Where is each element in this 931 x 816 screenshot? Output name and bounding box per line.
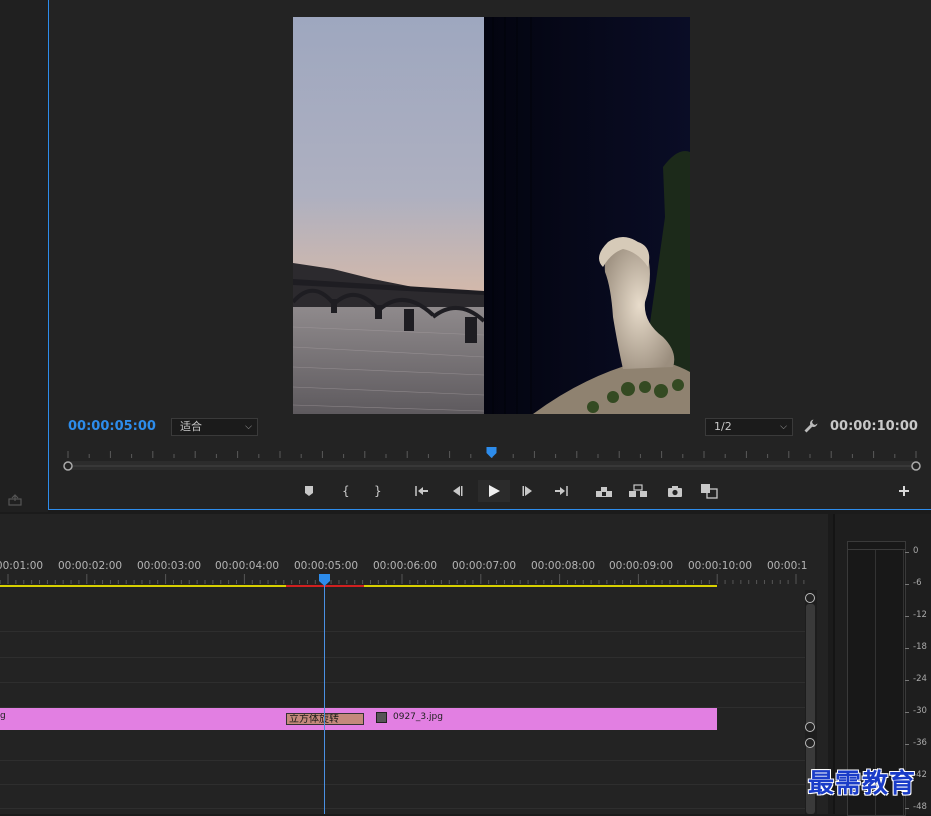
ruler-label: 00:00:08:00	[531, 560, 596, 572]
step-forward-icon	[522, 486, 532, 496]
watermark-logo: 最需教育	[808, 769, 917, 799]
db-tick	[905, 584, 909, 585]
scrub-start-handle[interactable]	[63, 461, 73, 471]
timeline-playhead-line[interactable]	[324, 580, 325, 814]
zoom-level-select[interactable]: 适合 ⌵	[171, 418, 258, 436]
video-track-1a[interactable]	[0, 657, 805, 683]
db-tick	[905, 808, 909, 809]
video-track-1[interactable]	[0, 682, 805, 708]
db-label: -48	[913, 802, 927, 812]
monitor-playhead[interactable]	[486, 447, 497, 458]
play-icon	[489, 485, 500, 497]
zoom-level-value: 适合	[180, 420, 202, 433]
mark-out-button[interactable]: }	[365, 480, 389, 502]
go-to-in-button[interactable]	[410, 480, 434, 502]
svg-text:}: }	[374, 484, 382, 498]
ruler-label: 00:00:04:00	[215, 560, 280, 572]
add-marker-button[interactable]	[297, 480, 321, 502]
video-scroll-thumb[interactable]	[806, 604, 815, 726]
time-ruler[interactable]: 00:00:01:00 00:00:02:00 00:00:03:00 00:00:0…	[0, 514, 828, 590]
db-label: -18	[913, 642, 927, 652]
scroll-top-handle[interactable]	[805, 593, 815, 603]
left-panel-strip	[0, 0, 48, 512]
meter-peak-divider	[848, 549, 905, 550]
db-label: -30	[913, 706, 927, 716]
ruler-label: 00:00:1	[767, 560, 808, 572]
db-tick	[905, 712, 909, 713]
db-label: -6	[913, 578, 922, 588]
lift-icon	[596, 487, 612, 497]
ruler-label: 00:00:02:00	[58, 560, 123, 572]
db-label: -36	[913, 738, 927, 748]
db-tick	[905, 680, 909, 681]
ruler-label: 00:00:07:00	[452, 560, 517, 572]
lift-button[interactable]	[592, 480, 616, 502]
wrench-settings-icon[interactable]	[803, 418, 819, 434]
preview-image	[293, 17, 690, 414]
mark-in-icon: {	[342, 484, 350, 498]
ruler-label: 00:00:01:00	[0, 560, 44, 572]
playback-resolution-select[interactable]: 1/2 ⌵	[705, 418, 793, 436]
step-forward-button[interactable]	[516, 480, 540, 502]
comparison-view-icon	[701, 484, 718, 499]
db-tick	[905, 744, 909, 745]
video-track-3[interactable]	[0, 590, 805, 632]
go-to-in-icon	[415, 486, 428, 496]
play-button[interactable]	[478, 480, 510, 502]
svg-text:{: {	[342, 484, 350, 498]
audio-scroll-top-handle[interactable]	[805, 738, 815, 748]
mark-out-icon: }	[374, 484, 382, 498]
scrub-end-handle[interactable]	[911, 461, 921, 471]
step-back-icon	[453, 486, 463, 496]
db-tick	[905, 616, 909, 617]
db-label: -12	[913, 610, 927, 620]
monitor-scrubber[interactable]	[58, 447, 924, 471]
export-panel-icon[interactable]	[8, 494, 22, 506]
resolution-value: 1/2	[714, 420, 732, 433]
db-label: -24	[913, 674, 927, 684]
duration-timecode: 00:00:10:00	[830, 419, 918, 434]
chevron-down-icon: ⌵	[245, 422, 252, 432]
add-button-icon[interactable]	[896, 483, 912, 499]
current-timecode[interactable]: 00:00:05:00	[68, 419, 156, 434]
ruler-label: 00:00:05:00	[294, 560, 359, 572]
mark-in-button[interactable]: {	[333, 480, 357, 502]
ruler-label: 00:00:03:00	[137, 560, 202, 572]
chevron-down-icon: ⌵	[780, 422, 787, 432]
extract-button[interactable]	[626, 480, 650, 502]
fx-badge-icon[interactable]	[376, 712, 387, 723]
ruler-label: 00:00:10:00	[688, 560, 753, 572]
audio-track-3[interactable]	[0, 784, 805, 809]
video-preview	[293, 17, 690, 414]
export-frame-button[interactable]	[663, 480, 687, 502]
db-tick	[905, 552, 909, 553]
ruler-label: 00:00:09:00	[609, 560, 674, 572]
extract-icon	[629, 484, 647, 497]
db-label: 0	[913, 546, 919, 556]
clip-name-label: 0927_3.jpg	[393, 712, 443, 722]
scroll-bottom-handle[interactable]	[805, 722, 815, 732]
step-back-button[interactable]	[445, 480, 469, 502]
go-to-out-icon	[555, 486, 568, 496]
db-tick	[905, 648, 909, 649]
video-track-2[interactable]	[0, 631, 805, 658]
go-to-out-button[interactable]	[549, 480, 573, 502]
marker-icon	[305, 486, 313, 496]
comparison-view-button[interactable]	[697, 480, 721, 502]
transition-cube-spin[interactable]: 立方体旋转	[286, 713, 364, 725]
audio-track-2[interactable]	[0, 760, 805, 785]
timeline-panel: 00:00:01:00 00:00:02:00 00:00:03:00 00:00:0…	[0, 514, 828, 814]
camera-icon	[668, 486, 682, 497]
ruler-label: 00:00:06:00	[373, 560, 438, 572]
clip-left-label: g	[0, 711, 6, 721]
timeline-playhead[interactable]	[319, 574, 330, 586]
audio-track-1[interactable]	[0, 733, 805, 761]
